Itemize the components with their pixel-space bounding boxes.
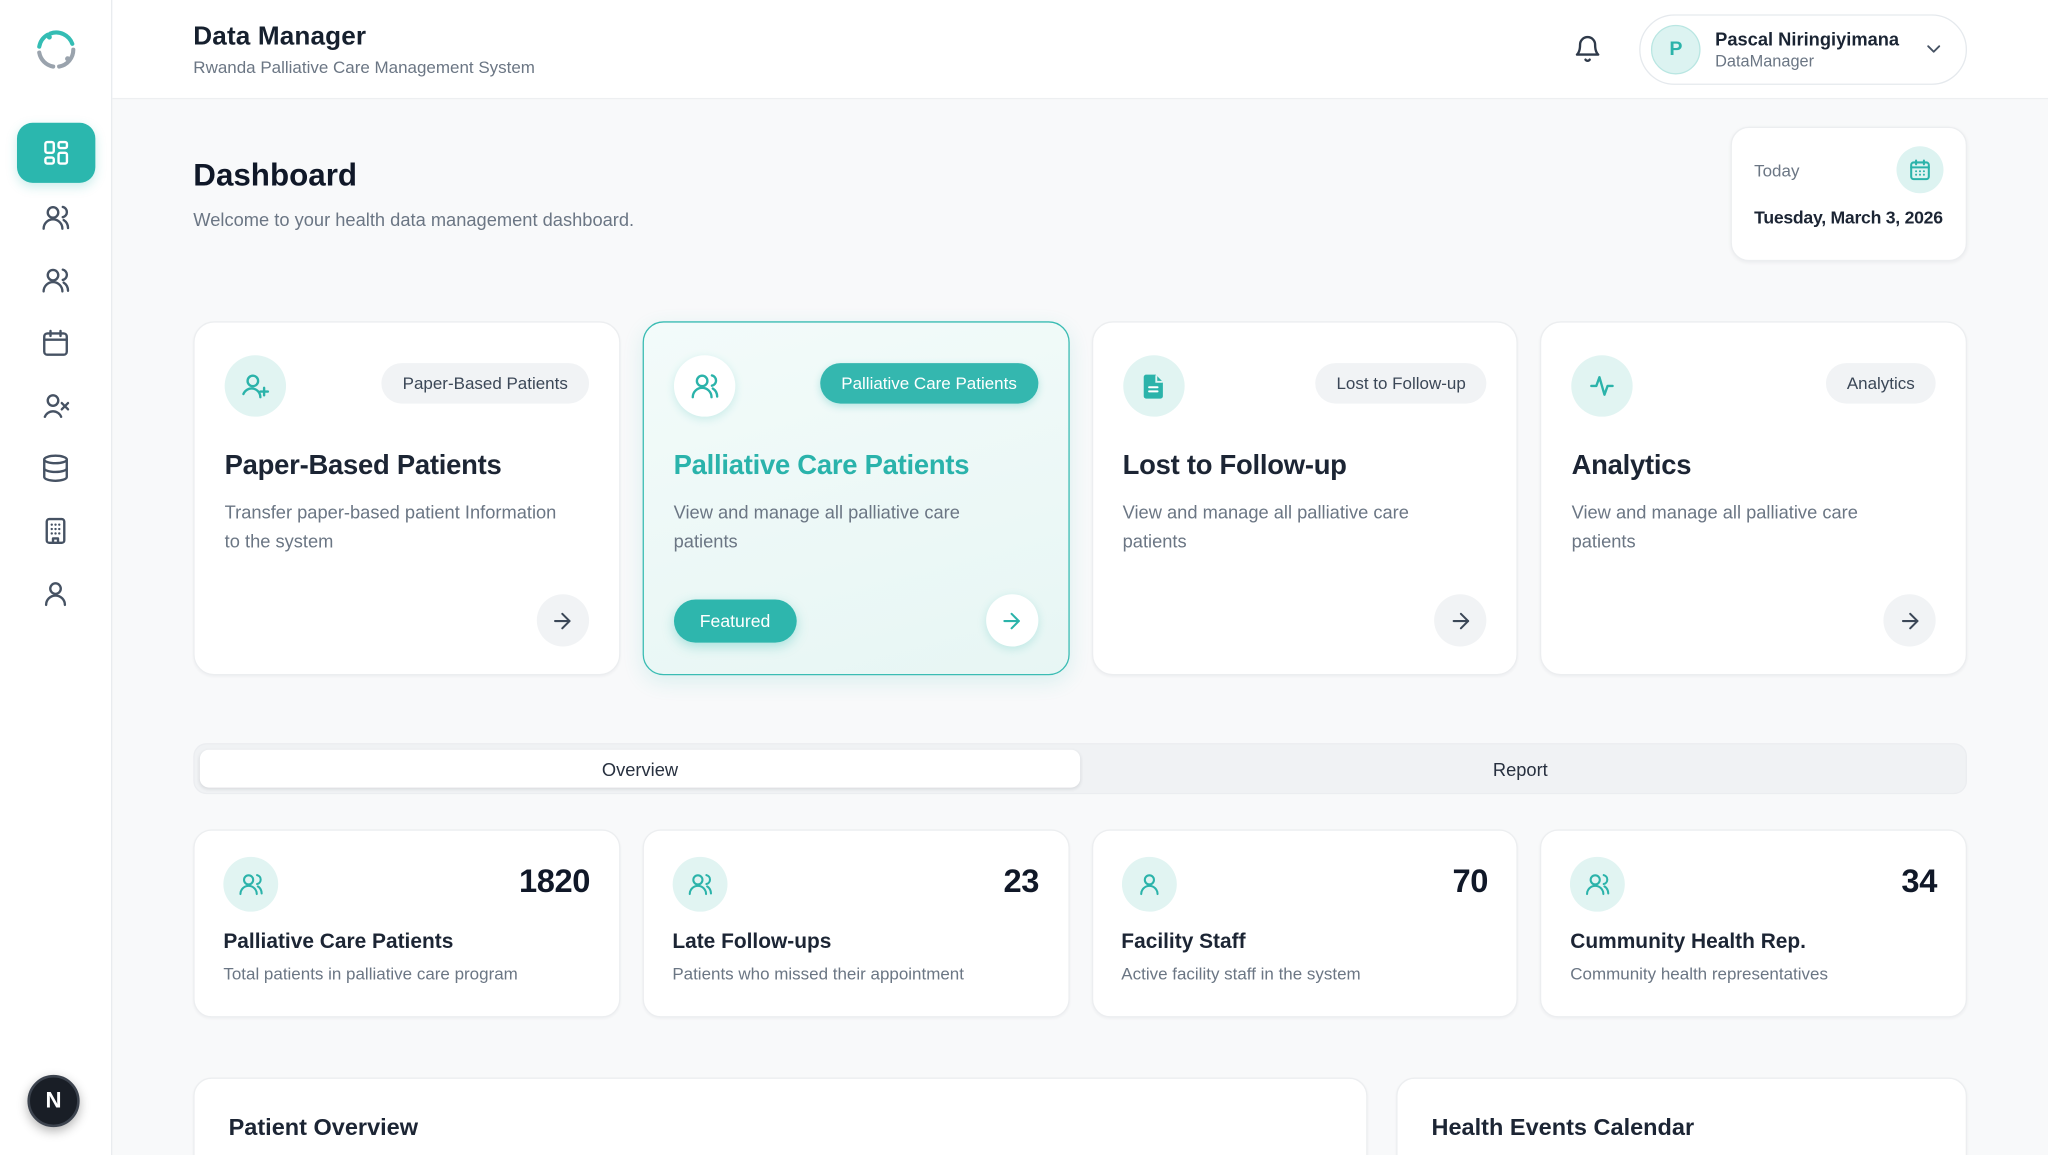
card-description: Transfer paper-based patient Information…	[225, 499, 589, 556]
sidebar: N	[0, 0, 112, 1155]
section-title: Patient Overview	[229, 1114, 1333, 1141]
file-text-icon	[1123, 355, 1184, 416]
chevron-down-icon	[1923, 38, 1945, 60]
page-title: Dashboard	[193, 158, 1967, 195]
user-x-icon	[40, 390, 70, 420]
arrow-right-icon	[1448, 608, 1473, 633]
user-plus-icon	[225, 355, 286, 416]
stat-value: 1820	[519, 863, 590, 901]
card-badge: Palliative Care Patients	[820, 363, 1037, 403]
dashboard-grid-icon	[41, 138, 70, 167]
sidebar-item-lost-to-follow-up[interactable]	[16, 374, 94, 437]
card-badge: Lost to Follow-up	[1316, 363, 1487, 403]
stat-value: 34	[1901, 863, 1937, 901]
sidebar-item-community-members[interactable]	[16, 248, 94, 311]
page-subtitle: Welcome to your health data management d…	[193, 209, 1967, 230]
calendar-icon	[40, 327, 70, 357]
sidebar-item-data-records[interactable]	[16, 436, 94, 499]
stat-title: Cummunity Health Rep.	[1570, 931, 1937, 955]
card-title: Paper-Based Patients	[225, 451, 589, 482]
main-content: Today Tuesday, March 3, 2026 Dashboard W…	[112, 99, 2048, 1155]
users-icon	[223, 857, 278, 912]
users-icon	[672, 857, 727, 912]
dev-tools-button[interactable]: N	[27, 1075, 79, 1127]
app-window: N Data Manager Rwanda Palliative Care Ma…	[0, 0, 2048, 1155]
stat-palliative-care-patients: 1820 Palliative Care Patients Total pati…	[193, 829, 620, 1017]
sidebar-item-calendar[interactable]	[16, 311, 94, 374]
arrow-right-icon	[1897, 608, 1922, 633]
arrow-right-icon	[550, 608, 575, 633]
date-card: Today Tuesday, March 3, 2026	[1731, 127, 1967, 262]
card-description: View and manage all palliative care pati…	[674, 499, 1038, 556]
stat-title: Palliative Care Patients	[223, 931, 590, 955]
arrow-right-button[interactable]	[985, 594, 1037, 646]
tab-overview[interactable]: Overview	[200, 750, 1080, 788]
stat-value: 23	[1003, 863, 1039, 901]
stat-description: Active facility staff in the system	[1121, 964, 1488, 984]
app-title-block: Data Manager Rwanda Palliative Care Mana…	[193, 22, 535, 77]
users-icon	[1570, 857, 1625, 912]
building-icon	[40, 515, 70, 545]
bottom-section: Patient Overview Total patients, new cas…	[193, 1078, 1967, 1155]
user-icon	[1121, 857, 1176, 912]
card-badge: Analytics	[1826, 363, 1936, 403]
card-description: View and manage all palliative care pati…	[1572, 499, 1936, 556]
health-events-calendar-card: Health Events Calendar View your upcomin…	[1396, 1078, 1967, 1155]
app-title: Data Manager	[193, 22, 535, 52]
feature-cards-row: Paper-Based Patients Paper-Based Patient…	[193, 321, 1967, 675]
stat-community-health-rep: 34 Cummunity Health Rep. Community healt…	[1540, 829, 1967, 1017]
avatar: P	[1651, 24, 1701, 74]
tab-report[interactable]: Report	[1080, 750, 1960, 788]
sidebar-item-profile[interactable]	[16, 562, 94, 625]
arrow-right-button[interactable]	[536, 594, 588, 646]
stat-value: 70	[1452, 863, 1488, 901]
stat-description: Community health representatives	[1570, 964, 1937, 984]
card-paper-based-patients[interactable]: Paper-Based Patients Paper-Based Patient…	[193, 321, 620, 675]
activity-icon	[1572, 355, 1633, 416]
users-icon	[40, 264, 70, 294]
card-title: Analytics	[1572, 451, 1936, 482]
card-description: View and manage all palliative care pati…	[1123, 499, 1487, 556]
current-date: Tuesday, March 3, 2026	[1754, 208, 1943, 228]
stat-description: Patients who missed their appointment	[672, 964, 1039, 984]
stat-late-follow-ups: 23 Late Follow-ups Patients who missed t…	[642, 829, 1069, 1017]
user-icon	[40, 578, 70, 608]
stat-title: Facility Staff	[1121, 931, 1488, 955]
stat-cards-row: 1820 Palliative Care Patients Total pati…	[193, 829, 1967, 1017]
card-lost-to-follow-up[interactable]: Lost to Follow-up Lost to Follow-up View…	[1091, 321, 1518, 675]
header: Data Manager Rwanda Palliative Care Mana…	[112, 0, 2048, 99]
patient-overview-card: Patient Overview Total patients, new cas…	[193, 1078, 1367, 1155]
card-badge: Paper-Based Patients	[382, 363, 589, 403]
users-icon	[674, 355, 735, 416]
card-title: Palliative Care Patients	[674, 451, 1038, 482]
section-title: Health Events Calendar	[1432, 1114, 1932, 1141]
date-label: Today	[1754, 160, 1799, 180]
arrow-right-button[interactable]	[1883, 594, 1935, 646]
sidebar-item-patients[interactable]	[16, 185, 94, 248]
app-logo-icon	[27, 21, 84, 78]
users-icon	[40, 202, 70, 232]
arrow-right-icon	[999, 608, 1024, 633]
user-role: DataManager	[1715, 52, 1899, 70]
tab-bar: Overview Report	[193, 743, 1967, 794]
card-analytics[interactable]: Analytics Analytics View and manage all …	[1540, 321, 1967, 675]
user-menu[interactable]: P Pascal Niringiyimana DataManager	[1639, 14, 1967, 85]
calendar-icon	[1896, 146, 1943, 193]
stat-description: Total patients in palliative care progra…	[223, 964, 590, 984]
user-name: Pascal Niringiyimana	[1715, 28, 1899, 49]
app-subtitle: Rwanda Palliative Care Management System	[193, 57, 535, 77]
stat-facility-staff: 70 Facility Staff Active facility staff …	[1091, 829, 1518, 1017]
sidebar-nav	[16, 185, 94, 624]
sidebar-item-facilities[interactable]	[16, 499, 94, 562]
card-title: Lost to Follow-up	[1123, 451, 1487, 482]
stat-title: Late Follow-ups	[672, 931, 1039, 955]
card-palliative-care-patients[interactable]: Palliative Care Patients Palliative Care…	[642, 321, 1069, 675]
notifications-bell-icon[interactable]	[1573, 34, 1603, 64]
arrow-right-button[interactable]	[1434, 594, 1486, 646]
sidebar-item-dashboard[interactable]	[16, 123, 94, 183]
featured-badge: Featured	[674, 599, 797, 642]
database-icon	[40, 453, 70, 483]
